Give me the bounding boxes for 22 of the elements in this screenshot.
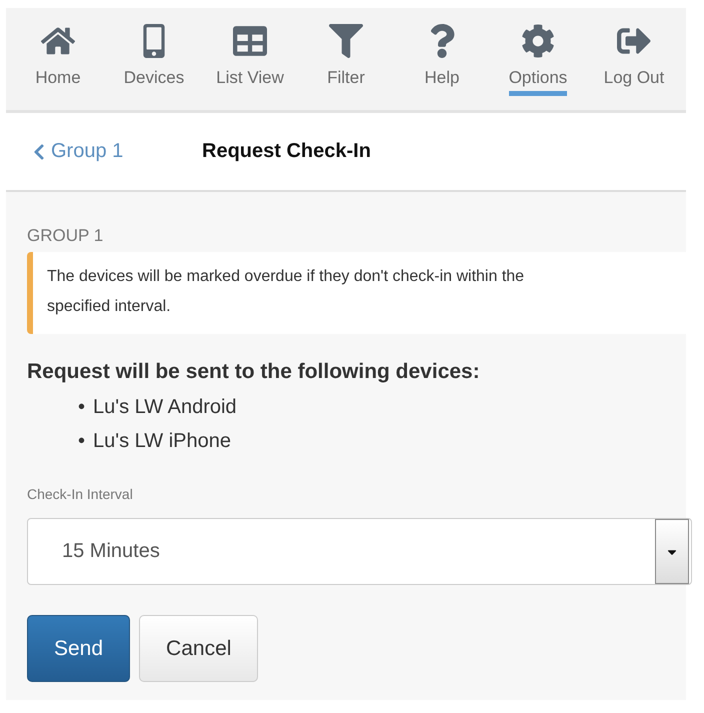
nav-tab[interactable]: Log Out	[586, 8, 682, 110]
interval-select[interactable]: 15 Minutes	[27, 518, 692, 585]
page-title: Request Check-In	[202, 140, 371, 163]
device-item: Lu's LW iPhone	[93, 429, 231, 454]
nav-tab[interactable]: Help	[394, 8, 490, 110]
filter-icon	[329, 24, 363, 58]
recipients-heading: Request will be sent to the following devices:	[27, 360, 481, 384]
bullet: •	[78, 395, 86, 420]
field-label: Check-In Interval	[27, 486, 134, 502]
section-label: GROUP 1	[27, 226, 104, 246]
cancel-button[interactable]: Cancel	[139, 615, 258, 682]
back-link[interactable]: Group 1	[30, 140, 202, 163]
device-item: Lu's LW Android	[93, 395, 237, 420]
nav-tab[interactable]: List View	[202, 8, 298, 110]
nav-tab[interactable]: Home	[10, 8, 106, 110]
nav-tab[interactable]: Devices	[106, 8, 202, 110]
nav-tab[interactable]: Options	[490, 8, 586, 110]
nav-tab[interactable]: Filter	[298, 8, 394, 110]
settings-icon	[521, 24, 555, 58]
bullet: •	[78, 429, 86, 454]
grid-icon	[233, 24, 267, 58]
send-button[interactable]: Send	[27, 615, 130, 682]
